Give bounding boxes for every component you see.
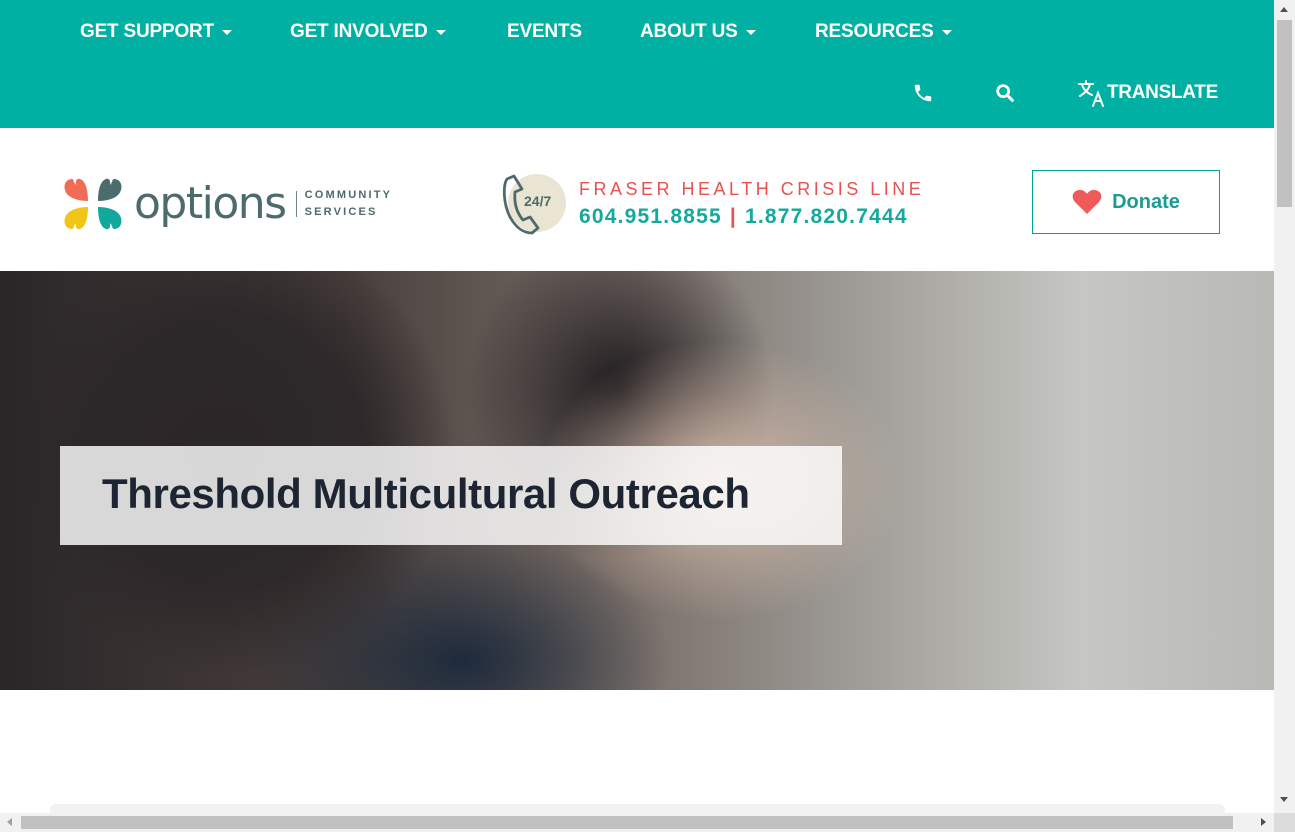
nav-events[interactable]: EVENTS bbox=[507, 18, 582, 46]
logo-subtitle: COMMUNITY SERVICES bbox=[305, 187, 393, 221]
nav-get-support-label: GET SUPPORT bbox=[80, 21, 214, 42]
hero-banner: Threshold Multicultural Outreach bbox=[0, 271, 1274, 690]
caret-down-icon bbox=[745, 29, 756, 35]
translate-button[interactable]: TRANSLATE bbox=[1077, 78, 1218, 108]
badge-text: 24/7 bbox=[524, 193, 552, 209]
search-icon bbox=[996, 84, 1014, 102]
translate-label: TRANSLATE bbox=[1107, 82, 1218, 103]
translate-icon bbox=[1078, 80, 1104, 107]
crisis-badge: 24/7 bbox=[502, 172, 568, 236]
caret-down-icon bbox=[941, 29, 952, 35]
crisis-line: 24/7 FRASER HEALTH CRISIS LINE 604.951.8… bbox=[502, 172, 924, 236]
crisis-separator: | bbox=[729, 205, 737, 228]
scroll-up-arrow-icon[interactable] bbox=[1280, 7, 1288, 12]
crisis-text: FRASER HEALTH CRISIS LINE 604.951.8855 | 1… bbox=[579, 179, 924, 229]
scroll-left-arrow-icon[interactable] bbox=[7, 818, 12, 826]
donate-label: Donate bbox=[1112, 190, 1180, 213]
donate-button[interactable]: Donate bbox=[1032, 170, 1220, 234]
nav-resources-label: RESOURCES bbox=[815, 21, 934, 42]
scrollbar-corner bbox=[1274, 813, 1295, 832]
scroll-right-arrow-icon[interactable] bbox=[1261, 818, 1266, 826]
nav-resources[interactable]: RESOURCES bbox=[815, 18, 952, 46]
crisis-numbers: 604.951.8855 | 1.877.820.7444 bbox=[579, 205, 924, 229]
vertical-scrollbar[interactable] bbox=[1274, 0, 1295, 813]
caret-down-icon bbox=[435, 29, 446, 35]
top-nav-bar: GET SUPPORT GET INVOLVED EVENTS ABOUT US… bbox=[0, 0, 1274, 128]
search-button[interactable] bbox=[994, 78, 1016, 108]
logo-divider bbox=[295, 191, 297, 217]
logo-wordmark: options bbox=[134, 178, 287, 229]
nav-get-support[interactable]: GET SUPPORT bbox=[80, 18, 232, 46]
options-logo[interactable]: options COMMUNITY SERVICES bbox=[62, 172, 422, 236]
page-title: Threshold Multicultural Outreach bbox=[102, 470, 750, 517]
crisis-phone-toll-free[interactable]: 1.877.820.7444 bbox=[745, 205, 908, 228]
logo-sub-line2: SERVICES bbox=[304, 206, 378, 218]
crisis-title: FRASER HEALTH CRISIS LINE bbox=[579, 179, 925, 199]
phone-button[interactable] bbox=[912, 78, 934, 108]
caret-down-icon bbox=[221, 29, 232, 35]
phone-icon bbox=[914, 84, 932, 102]
nav-about-us[interactable]: ABOUT US bbox=[640, 18, 756, 46]
logo-mark-icon bbox=[64, 178, 122, 230]
heart-icon bbox=[1072, 189, 1102, 214]
site-header: options COMMUNITY SERVICES 24/7 FRASER H… bbox=[0, 128, 1274, 271]
logo-sub-line1: COMMUNITY bbox=[304, 189, 393, 201]
nav-events-label: EVENTS bbox=[507, 21, 582, 42]
nav-get-involved[interactable]: GET INVOLVED bbox=[290, 18, 446, 46]
scroll-down-arrow-icon[interactable] bbox=[1280, 797, 1288, 802]
crisis-phone-local[interactable]: 604.951.8855 bbox=[579, 205, 722, 228]
nav-get-involved-label: GET INVOLVED bbox=[290, 21, 428, 42]
hero-title-box: Threshold Multicultural Outreach bbox=[60, 446, 842, 545]
vertical-scroll-thumb[interactable] bbox=[1277, 20, 1292, 207]
horizontal-scroll-thumb[interactable] bbox=[21, 816, 1233, 829]
horizontal-scrollbar[interactable] bbox=[0, 813, 1274, 832]
nav-about-us-label: ABOUT US bbox=[640, 21, 738, 42]
